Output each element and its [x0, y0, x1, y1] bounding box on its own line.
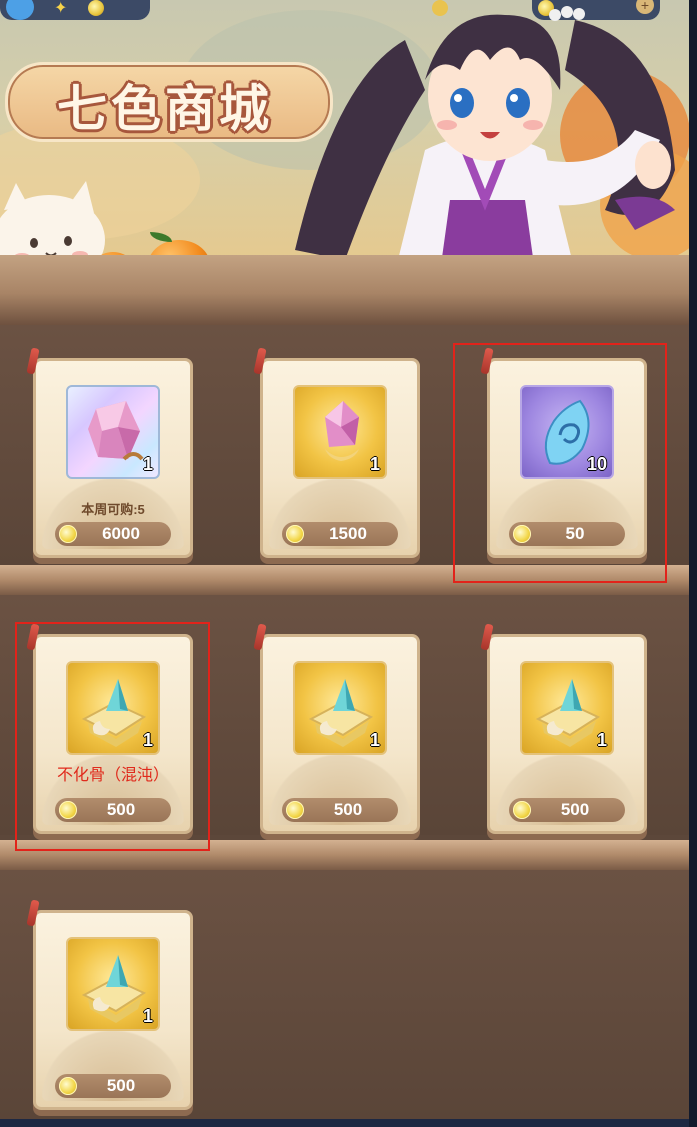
character-illustration	[295, 0, 675, 272]
coin-icon	[513, 801, 531, 819]
shop-item-card[interactable]: 1 500	[480, 623, 647, 834]
price-value: 500	[333, 800, 363, 819]
shop-item-card[interactable]: 1 1500	[253, 347, 420, 558]
price-button[interactable]: 500	[282, 798, 398, 822]
item-slot[interactable]: 1	[520, 661, 614, 755]
item-quantity: 1	[142, 1006, 153, 1026]
item-quantity: 1	[369, 454, 380, 474]
price-button[interactable]: 500	[509, 798, 625, 822]
item-quantity: 1	[142, 454, 153, 474]
shop-item-card[interactable]: 1 500	[26, 899, 193, 1110]
price-value: 500	[106, 1076, 136, 1095]
price-button[interactable]: 1500	[282, 522, 398, 546]
leaf-icon	[150, 232, 172, 242]
coin-icon	[286, 525, 304, 543]
coin-icon	[59, 525, 77, 543]
price-button[interactable]: 500	[55, 1074, 171, 1098]
price-value: 1500	[329, 524, 367, 543]
item-slot[interactable]: 1	[66, 937, 160, 1031]
price-button[interactable]: 6000	[55, 522, 171, 546]
top-counter-plank	[0, 255, 689, 325]
highlight-box	[15, 622, 210, 851]
shop-title: 七色商城	[57, 79, 273, 138]
item-quantity: 1	[369, 730, 380, 750]
item-slot[interactable]: 1	[293, 661, 387, 755]
shop-item-card[interactable]: 1 本周可购:5 6000	[26, 347, 193, 558]
purchase-limit-label: 本周可购:5	[81, 502, 145, 517]
shop-item-card[interactable]: 1 500	[253, 623, 420, 834]
player-avatar-chip[interactable]: ✦	[0, 0, 150, 20]
window-edge	[689, 0, 697, 1127]
coin-icon	[88, 0, 104, 16]
bottom-edge-bar	[0, 1119, 689, 1127]
price-value: 6000	[102, 524, 140, 543]
item-slot[interactable]: 1	[66, 385, 160, 479]
coin-icon	[286, 801, 304, 819]
pet-avatar-icon	[6, 0, 34, 20]
item-quantity: 1	[596, 730, 607, 750]
item-slot[interactable]: 1	[293, 385, 387, 479]
price-value: 500	[560, 800, 590, 819]
spark-icon: ✦	[54, 0, 68, 17]
coin-icon	[59, 1077, 77, 1095]
shop-banner: ✦ + 七色商城	[0, 0, 689, 272]
highlight-box	[453, 343, 667, 583]
